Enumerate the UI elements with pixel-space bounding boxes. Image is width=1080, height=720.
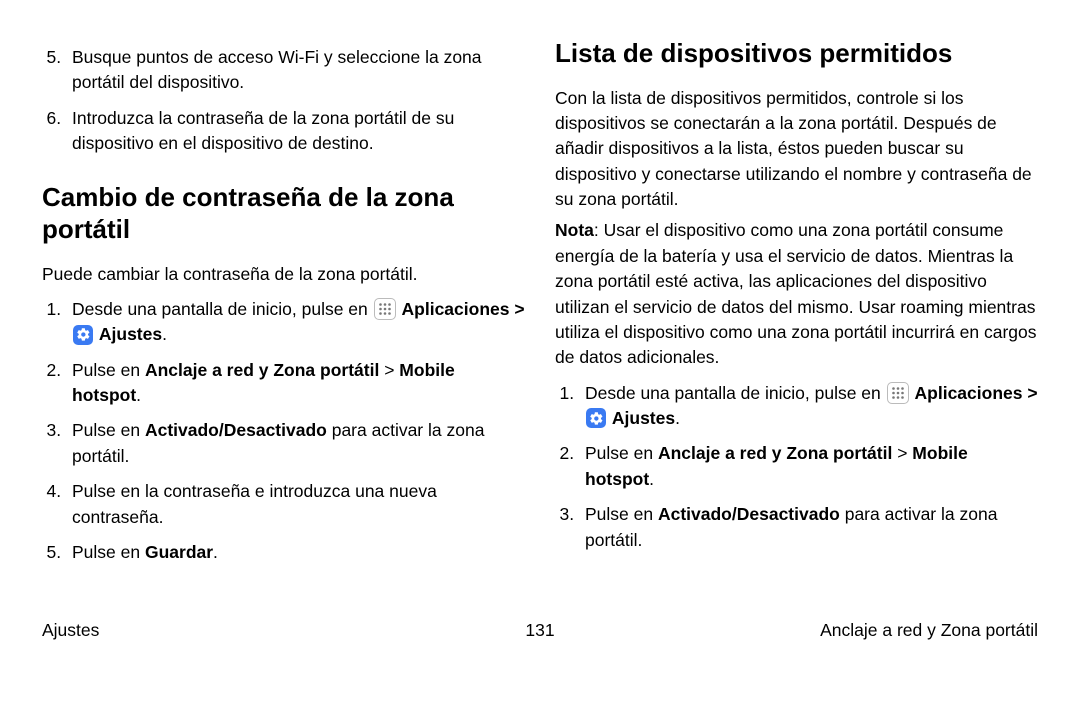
instruction-list: Desde una pantalla de inicio, pulse en A… — [42, 297, 525, 565]
page-footer: Ajustes 131 Anclaje a red y Zona portáti… — [0, 620, 1080, 641]
list-item: Pulse en Anclaje a red y Zona portátil >… — [66, 358, 525, 409]
left-column: Busque puntos de acceso Wi-Fi y seleccio… — [42, 35, 525, 600]
right-column: Lista de dispositivos permitidos Con la … — [555, 35, 1038, 600]
step-text: Desde una pantalla de inicio, pulse en — [72, 299, 368, 319]
instruction-list: Desde una pantalla de inicio, pulse en A… — [555, 381, 1038, 553]
list-item: Pulse en Activado/Desactivado para activ… — [66, 418, 525, 469]
dot: . — [162, 324, 167, 344]
step-text: Pulse en — [585, 504, 658, 524]
step-text: Pulse en — [72, 360, 145, 380]
paragraph: Con la lista de dispositivos permitidos,… — [555, 86, 1038, 213]
list-item: Desde una pantalla de inicio, pulse en A… — [66, 297, 525, 348]
apps-icon — [887, 382, 909, 404]
separator: > — [379, 360, 399, 380]
settings-icon — [73, 325, 93, 345]
bold-text: Anclaje a red y Zona portátil — [658, 443, 892, 463]
bold-text: Activado/Desactivado — [145, 420, 327, 440]
list-item: Pulse en la contraseña e introduzca una … — [66, 479, 525, 530]
list-item: Pulse en Anclaje a red y Zona portátil >… — [579, 441, 1038, 492]
list-item: Pulse en Guardar. — [66, 540, 525, 565]
page-content: Busque puntos de acceso Wi-Fi y seleccio… — [0, 0, 1080, 620]
step-text: Desde una pantalla de inicio, pulse en — [585, 383, 881, 403]
dot: . — [675, 408, 680, 428]
bold-text: Guardar — [145, 542, 213, 562]
dot: . — [136, 385, 141, 405]
settings-icon — [586, 408, 606, 428]
apps-label: Aplicaciones — [402, 299, 510, 319]
settings-label: Ajustes — [612, 408, 675, 428]
apps-label: Aplicaciones — [915, 383, 1023, 403]
section-heading: Lista de dispositivos permitidos — [555, 37, 1038, 70]
step-text: Pulse en — [72, 542, 145, 562]
bold-text: Anclaje a red y Zona portátil — [145, 360, 379, 380]
list-item: Introduzca la contraseña de la zona port… — [66, 106, 525, 157]
note-text: : Usar el dispositivo como una zona port… — [555, 220, 1037, 367]
footer-right: Anclaje a red y Zona portátil — [706, 620, 1038, 641]
note-label: Nota — [555, 220, 594, 240]
bold-text: Activado/Desactivado — [658, 504, 840, 524]
list-item: Desde una pantalla de inicio, pulse en A… — [579, 381, 1038, 432]
apps-icon — [374, 298, 396, 320]
note-paragraph: Nota: Usar el dispositivo como una zona … — [555, 218, 1038, 370]
separator: > — [1022, 383, 1037, 403]
step-text: Pulse en — [585, 443, 658, 463]
list-item: Pulse en Activado/Desactivado para activ… — [579, 502, 1038, 553]
section-heading: Cambio de contraseña de la zona portátil — [42, 181, 525, 246]
step-text: Pulse en — [72, 420, 145, 440]
settings-label: Ajustes — [99, 324, 162, 344]
dot: . — [213, 542, 218, 562]
paragraph: Puede cambiar la contraseña de la zona p… — [42, 262, 525, 287]
page-number: 131 — [374, 620, 706, 641]
separator: > — [892, 443, 912, 463]
separator: > — [509, 299, 524, 319]
dot: . — [649, 469, 654, 489]
continued-steps: Busque puntos de acceso Wi-Fi y seleccio… — [42, 45, 525, 157]
list-item: Busque puntos de acceso Wi-Fi y seleccio… — [66, 45, 525, 96]
footer-left: Ajustes — [42, 620, 374, 641]
